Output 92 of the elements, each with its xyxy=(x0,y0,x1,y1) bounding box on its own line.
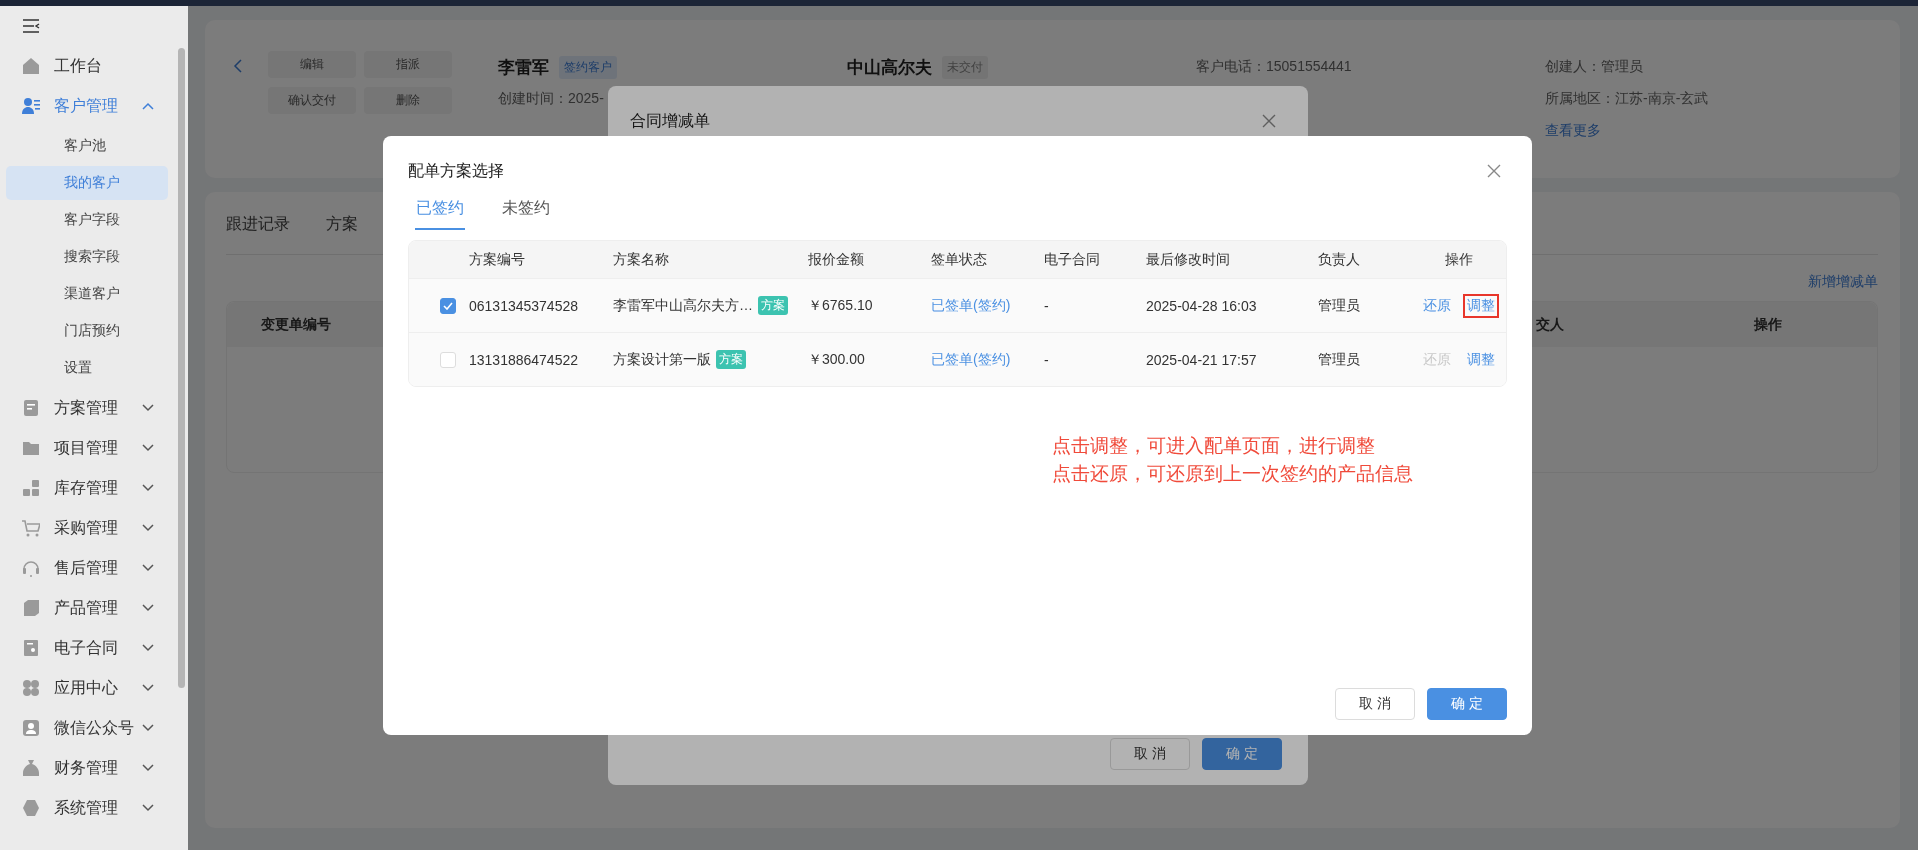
checkbox[interactable] xyxy=(440,297,456,314)
nav-item[interactable]: 应用中心 xyxy=(0,668,178,708)
nav-item[interactable]: 系统管理 xyxy=(0,788,178,828)
nav-icon xyxy=(22,519,40,537)
table-cell: - xyxy=(1044,297,1049,314)
plan-tag: 方案 xyxy=(758,296,788,315)
submenu-item[interactable]: 客户池 xyxy=(6,129,168,163)
column-header: 签单状态 xyxy=(931,250,987,269)
nav-icon xyxy=(22,759,40,777)
nav-icon xyxy=(22,719,40,737)
menu-icon[interactable] xyxy=(22,19,40,33)
plan-tag: 方案 xyxy=(716,350,746,369)
table-cell: 管理员 xyxy=(1318,296,1360,315)
nav-icon xyxy=(22,479,40,497)
table-cell: 方案设计第一版 xyxy=(613,350,711,369)
table-cell: 李雷军中山高尔夫方… xyxy=(613,296,753,315)
chevron-icon xyxy=(142,404,154,412)
nav-item[interactable]: 财务管理 xyxy=(0,748,178,788)
customer-name: 李雷军 xyxy=(498,56,549,79)
chevron-icon xyxy=(142,644,154,652)
tab[interactable]: 方案 xyxy=(326,214,358,254)
chevron-icon xyxy=(142,564,154,572)
dialog-button[interactable]: 取 消 xyxy=(1335,688,1415,720)
nav-icon xyxy=(22,639,40,657)
annotation-text: 点击调整，可进入配单页面，进行调整 xyxy=(1052,434,1376,458)
nav-icon xyxy=(22,799,40,817)
table-cell: ￥6765.10 xyxy=(808,296,873,315)
chevron-icon xyxy=(142,764,154,772)
table-cell: 2025-04-28 16:03 xyxy=(1146,297,1257,314)
nav-icon xyxy=(22,97,40,115)
status-tag: 签约客户 xyxy=(559,55,617,79)
chevron-icon xyxy=(142,102,154,110)
chevron-icon xyxy=(142,804,154,812)
nav-icon xyxy=(22,679,40,697)
annotation-text: 点击还原，可还原到上一次签约的产品信息 xyxy=(1052,462,1414,486)
chevron-icon xyxy=(142,484,154,492)
check-icon xyxy=(443,301,453,310)
nav-icon xyxy=(22,57,40,75)
submenu-item[interactable]: 门店预约 xyxy=(6,314,168,348)
nav-item[interactable]: 工作台 xyxy=(0,46,178,86)
nav-icon xyxy=(22,399,40,417)
dialog-button[interactable]: 取 消 xyxy=(1110,738,1190,770)
customer-phone: 客户电话：15051554441 xyxy=(1196,58,1353,76)
chevron-icon xyxy=(142,444,154,452)
column-header: 最后修改时间 xyxy=(1146,250,1230,269)
created-time: 创建时间：2025- xyxy=(498,90,605,108)
back-icon[interactable] xyxy=(233,59,243,73)
tab[interactable]: 跟进记录 xyxy=(226,214,290,254)
chevron-icon xyxy=(142,724,154,732)
project-name: 中山高尔夫 xyxy=(847,56,932,79)
column-header: 交人 xyxy=(1536,315,1565,334)
nav-icon xyxy=(22,599,40,617)
submenu-item[interactable]: 设置 xyxy=(6,351,168,385)
submenu-item[interactable]: 客户字段 xyxy=(6,203,168,237)
nav-item[interactable]: 项目管理 xyxy=(0,428,178,468)
nav-icon xyxy=(22,559,40,577)
table-cell: 06131345374528 xyxy=(469,297,578,314)
dialog-title: 配单方案选择 xyxy=(408,160,504,181)
region: 所属地区：江苏-南京-玄武 xyxy=(1545,90,1710,108)
tab[interactable]: 未签约 xyxy=(501,198,551,230)
scrollbar[interactable] xyxy=(178,48,185,688)
nav-item[interactable]: 电子合同 xyxy=(0,628,178,668)
column-header: 报价金额 xyxy=(808,250,864,269)
nav-item[interactable]: 产品管理 xyxy=(0,588,178,628)
chevron-icon xyxy=(142,604,154,612)
table-cell: ￥300.00 xyxy=(808,350,865,369)
submenu-item[interactable]: 搜索字段 xyxy=(6,240,168,274)
nav-item[interactable]: 方案管理 xyxy=(0,388,178,428)
close-icon[interactable] xyxy=(1262,114,1276,128)
table-cell: 管理员 xyxy=(1318,350,1360,369)
nav-item[interactable]: 采购管理 xyxy=(0,508,178,548)
nav-item[interactable]: 库存管理 xyxy=(0,468,178,508)
submenu-item[interactable]: 渠道客户 xyxy=(6,277,168,311)
close-icon[interactable] xyxy=(1487,164,1501,178)
column-header: 方案编号 xyxy=(469,250,525,269)
column-header: 方案名称 xyxy=(613,250,669,269)
column-header: 操作 xyxy=(1754,315,1783,334)
column-header: 操作 xyxy=(1444,250,1473,269)
table-cell: - xyxy=(1044,351,1049,368)
chevron-icon xyxy=(142,524,154,532)
table-cell: 13131886474522 xyxy=(469,351,578,368)
nav-icon xyxy=(22,439,40,457)
column-header: 变更单编号 xyxy=(261,315,332,334)
creator: 创建人：管理员 xyxy=(1545,58,1644,76)
nav-item[interactable]: 客户管理 xyxy=(0,86,178,126)
dialog-title: 合同增减单 xyxy=(630,110,710,131)
column-header: 负责人 xyxy=(1318,250,1360,269)
chevron-icon xyxy=(142,684,154,692)
table-cell: 2025-04-21 17:57 xyxy=(1146,351,1257,368)
nav-item[interactable]: 微信公众号 xyxy=(0,708,178,748)
column-header: 电子合同 xyxy=(1044,250,1100,269)
nav-item[interactable]: 售后管理 xyxy=(0,548,178,588)
